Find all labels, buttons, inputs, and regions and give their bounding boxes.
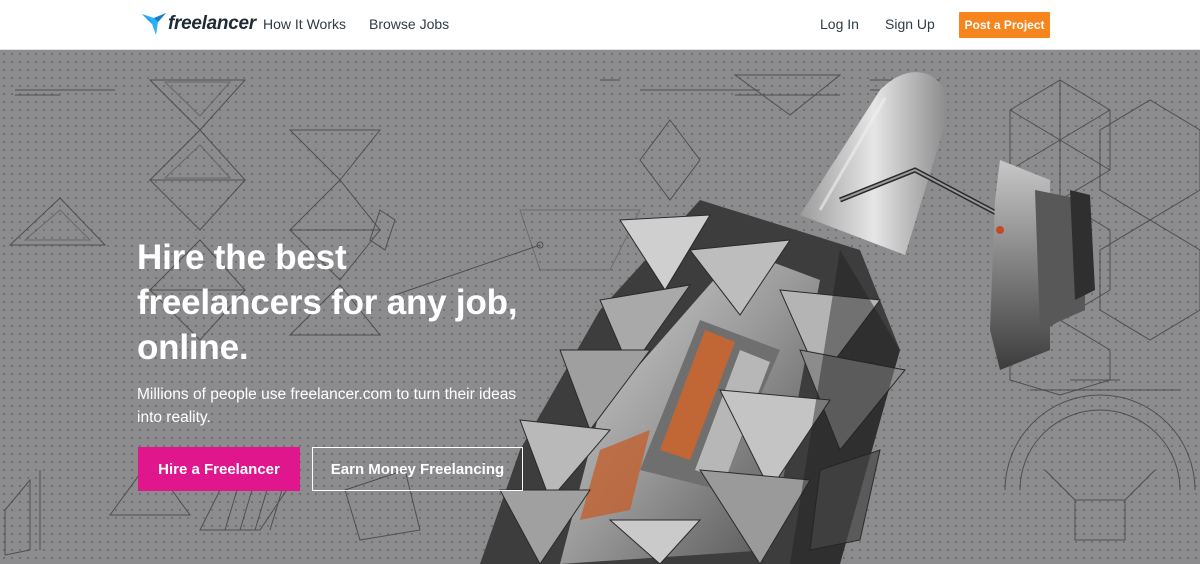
signup-link[interactable]: Sign Up	[885, 16, 935, 32]
headline-line-2: freelancers for any job,	[137, 283, 518, 322]
nav-how-it-works[interactable]: How It Works	[263, 16, 346, 32]
hire-freelancer-button[interactable]: Hire a Freelancer	[138, 447, 300, 491]
top-nav: freelancer How It Works Browse Jobs Log …	[0, 0, 1200, 50]
logo-wordmark: freelancer	[168, 13, 256, 34]
spacecraft-nose	[800, 72, 948, 255]
subtext-line-1: Millions of people use freelancer.com to…	[137, 386, 517, 403]
login-link[interactable]: Log In	[820, 16, 859, 32]
bird-icon	[142, 13, 166, 35]
nav-browse-jobs[interactable]: Browse Jobs	[369, 16, 449, 32]
headline-line-1: Hire the best	[137, 238, 347, 277]
subtext-line-2: into reality.	[137, 409, 211, 426]
freelancer-logo[interactable]: freelancer	[141, 11, 256, 37]
post-project-button[interactable]: Post a Project	[959, 12, 1050, 38]
hero-section: Hire the best freelancers for any job, o…	[0, 50, 1200, 564]
hero-headline: Hire the best freelancers for any job, o…	[137, 235, 577, 370]
earn-money-button[interactable]: Earn Money Freelancing	[312, 447, 523, 491]
headline-line-3: online.	[137, 328, 249, 367]
hero-subtext: Millions of people use freelancer.com to…	[137, 383, 537, 429]
